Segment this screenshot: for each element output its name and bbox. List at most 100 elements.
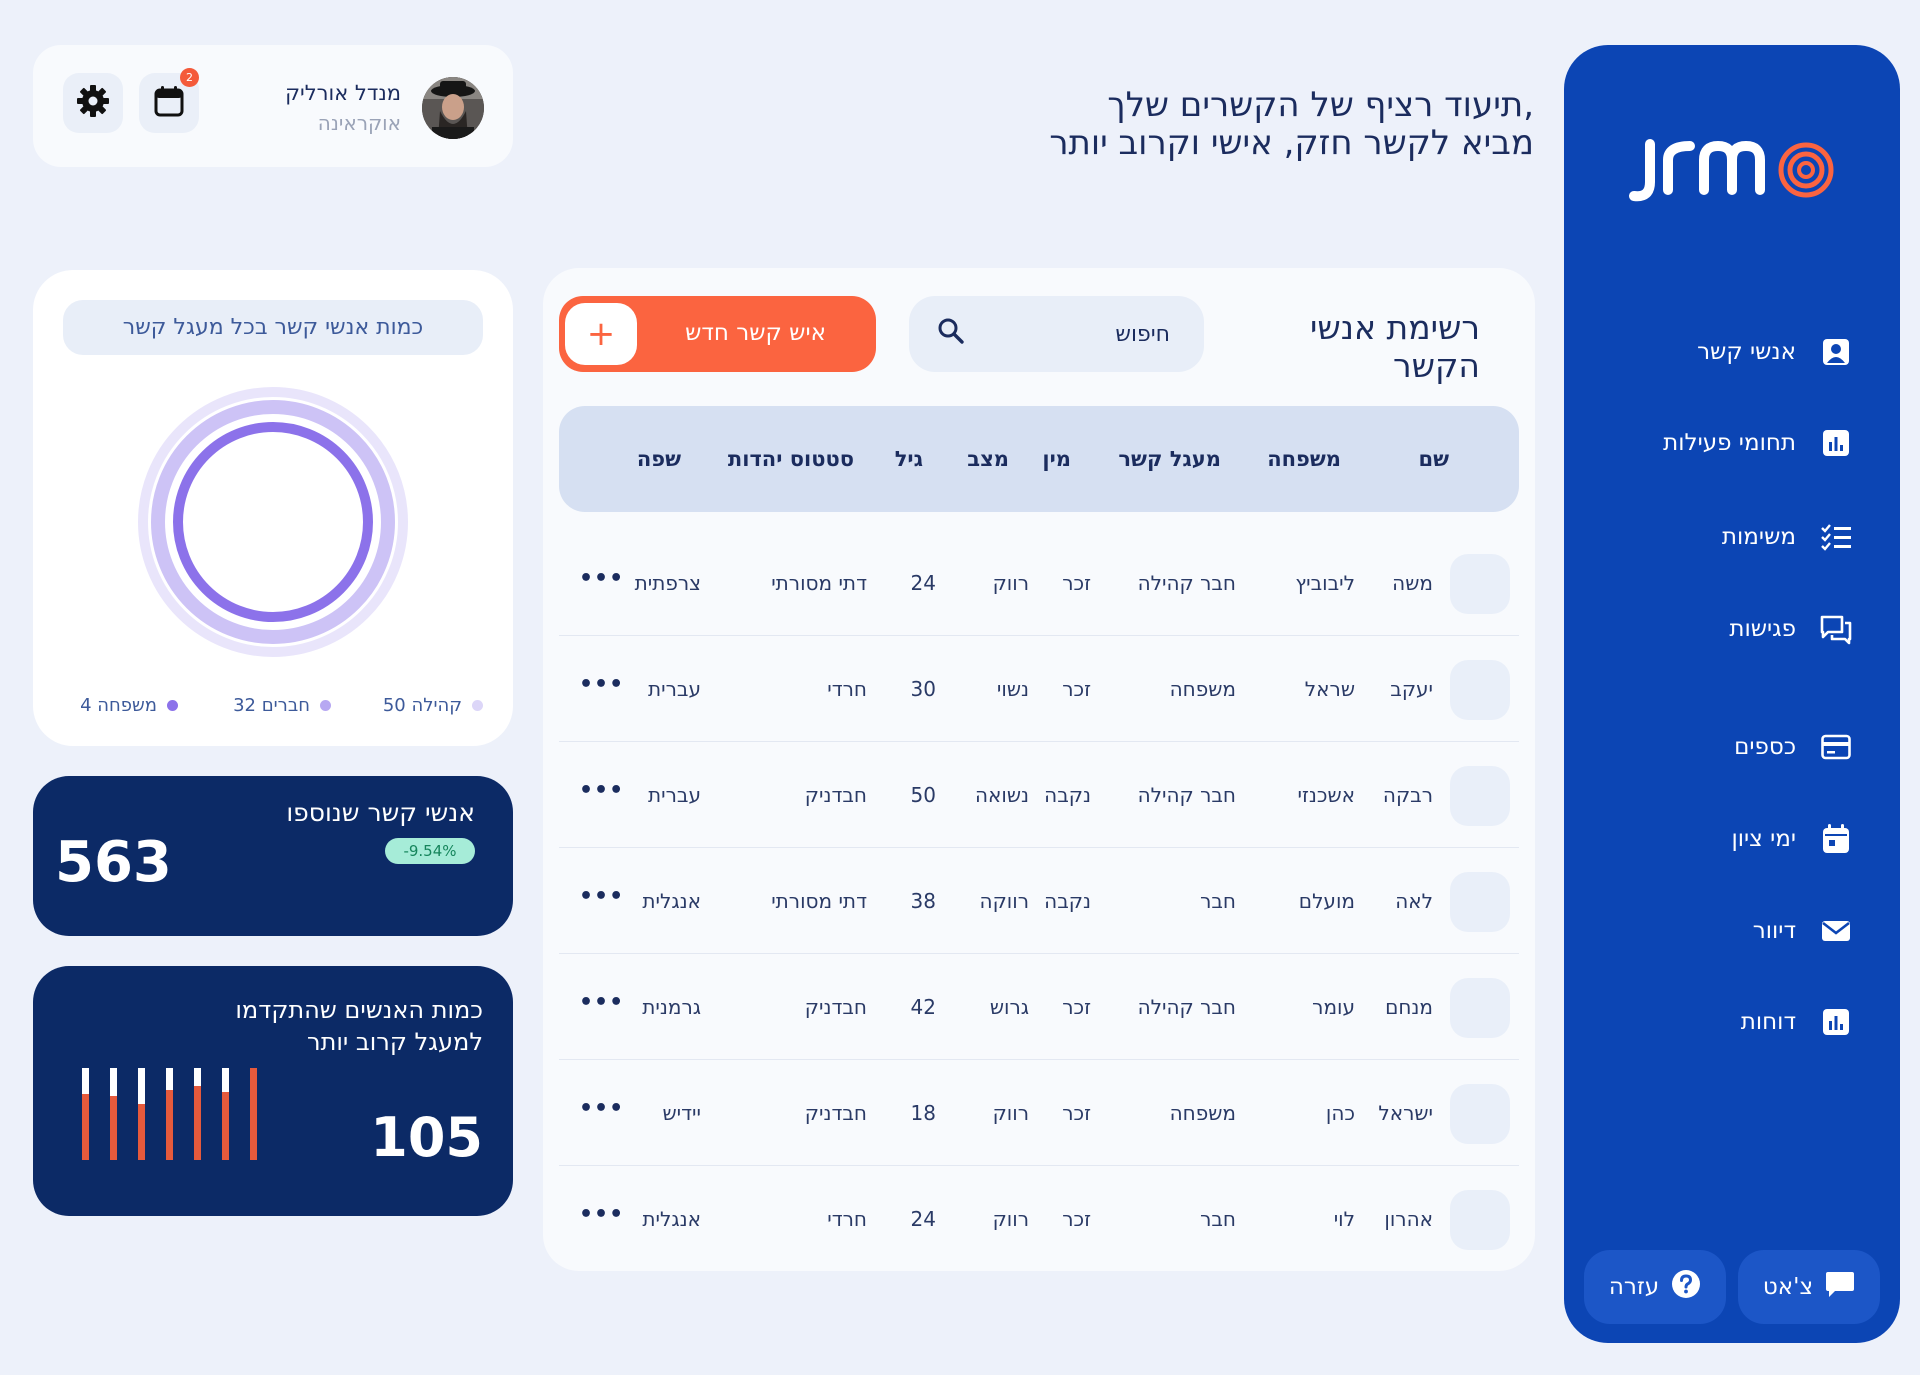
legend-label: 4 משפחה [80,695,157,716]
tagline: תיעוד רציף של הקשרים שלך, מביא לקשר חזק,… [974,86,1534,162]
more-options-button[interactable]: ••• [579,566,624,591]
circle-cell: חבר קהילה [1137,995,1236,1019]
last-name-cell: כהן [1325,1101,1355,1125]
more-options-button[interactable]: ••• [579,672,624,697]
column-header[interactable]: גיל [895,447,923,471]
last-name-cell: אשכנזי [1297,783,1355,807]
sidebar-item-label: דיוור [1752,918,1796,944]
bar-chart-icon [1820,1006,1852,1038]
age-cell: 30 [910,677,936,701]
change-badge: -9.54% [385,838,475,864]
row-avatar-placeholder[interactable] [1450,766,1510,826]
contacts-added-card: אנשי קשר שנוספו 563 -9.54% [33,776,513,936]
table-row[interactable]: ישראל כהן משפחה זכר רווק 18 חבדניק יידיש ••• [559,1060,1519,1166]
religious-status-cell: דתי מסורתי [771,889,867,913]
column-header[interactable]: שם [1418,447,1449,471]
row-avatar-placeholder[interactable] [1450,1190,1510,1250]
gender-cell: נקבה [1044,783,1091,807]
legend-community: 50 קהילה [383,695,483,716]
column-header[interactable]: סטטוס יהדות [728,447,854,471]
age-cell: 18 [910,1101,936,1125]
column-header[interactable]: משפחה [1267,447,1341,471]
sidebar-item-label: משימות [1721,524,1796,550]
search-input[interactable]: חיפוש [909,296,1204,372]
table-row[interactable]: לאה מועלם חבר נקבה רווקה 38 דתי מסורתי אנגלית ••… [559,848,1519,954]
progress-bar [194,1068,201,1160]
circle-cell: חבר [1200,889,1236,913]
sidebar-item-reports[interactable]: דוחות [1612,1000,1852,1044]
first-name-cell: ישראל [1378,1101,1433,1125]
calendar-icon [1820,823,1852,855]
contacts-panel: רשימת אנשי הקשר חיפוש + איש קשר חדש שם מ… [543,268,1535,1271]
sidebar-item-dates[interactable]: ימי ציון [1612,817,1852,861]
avatar[interactable] [422,77,484,139]
calendar-icon [154,85,184,121]
language-cell: עברית [648,783,701,807]
religious-status-cell: חבדניק [804,783,867,807]
more-options-button[interactable]: ••• [579,884,624,909]
status-cell: רווק [992,571,1029,595]
table-row[interactable]: יעקב שראל משפחה זכר נשוי 30 חרדי עברית ••• [559,636,1519,742]
table-row[interactable]: מנחם עומר חבר קהילה זכר גרוש 42 חבדניק גרמנית ••… [559,954,1519,1060]
language-cell: צרפתית [634,571,701,595]
language-cell: אנגלית [642,1207,701,1231]
checklist-icon [1820,521,1852,553]
advanced-card-value: 105 [370,1106,483,1169]
religious-status-cell: חבדניק [804,1101,867,1125]
chat-button[interactable]: צ'אט [1738,1250,1880,1324]
sidebar-item-mailing[interactable]: דיוור [1612,909,1852,953]
help-question-icon [1671,1269,1701,1305]
row-avatar-placeholder[interactable] [1450,978,1510,1038]
last-name-cell: שראל [1304,677,1355,701]
progress-bar [138,1068,145,1160]
column-header[interactable]: מעגל קשר [1118,447,1221,471]
column-header[interactable]: שפה [637,447,681,471]
row-avatar-placeholder[interactable] [1450,1084,1510,1144]
sidebar-item-finance[interactable]: כספים [1612,725,1852,769]
sidebar-item-label: פגישות [1729,616,1796,642]
row-avatar-placeholder[interactable] [1450,872,1510,932]
status-cell: נשואה [974,783,1029,807]
chat-label: צ'אט [1762,1274,1814,1300]
circles-card: כמות אנשי קשר בכל מעגל קשר 50 קהילה 32 ח… [33,270,513,746]
search-placeholder: חיפוש [1115,321,1170,347]
table-row[interactable]: רבקה אשכנזי חבר קהילה נקבה נשואה 50 חבדניק עברי… [559,742,1519,848]
circle-cell: משפחה [1169,677,1236,701]
row-avatar-placeholder[interactable] [1450,660,1510,720]
envelope-icon [1820,915,1852,947]
sidebar-item-label: ימי ציון [1731,826,1796,852]
gender-cell: זכר [1062,1207,1091,1231]
sidebar-item-activity[interactable]: תחומי פעילות [1612,421,1852,465]
new-contact-button[interactable]: + איש קשר חדש [559,296,876,372]
progress-bar [166,1068,173,1160]
religious-status-cell: חרדי [827,677,867,701]
more-options-button[interactable]: ••• [579,1096,624,1121]
progress-bar [222,1068,229,1160]
settings-button[interactable] [63,73,123,133]
more-options-button[interactable]: ••• [579,990,624,1015]
status-cell: רווק [992,1207,1029,1231]
help-button[interactable]: עזרה [1584,1250,1726,1324]
table-row[interactable]: משה ליבוביץ חבר קהילה זכר רווק 24 דתי מסורתי צר… [559,530,1519,636]
sidebar-item-tasks[interactable]: משימות [1612,515,1852,559]
table-row[interactable]: אהרון לוי חבר זכר רווק 24 חרדי אנגלית ••• [559,1166,1519,1272]
help-label: עזרה [1608,1274,1660,1300]
circle-cell: חבר קהילה [1137,783,1236,807]
sidebar-item-contacts[interactable]: אנשי קשר [1612,330,1852,374]
sidebar-item-label: כספים [1734,734,1796,760]
sidebar-item-meetings[interactable]: פגישות [1612,607,1852,651]
last-name-cell: עומר [1312,995,1355,1019]
age-cell: 42 [910,995,936,1019]
gear-icon [76,84,110,122]
column-header[interactable]: מצב [967,447,1009,471]
row-avatar-placeholder[interactable] [1450,554,1510,614]
column-header[interactable]: מין [1042,447,1071,471]
contacts-title: רשימת אנשי הקשר [1220,309,1480,385]
jrm-logo[interactable] [1624,130,1839,210]
added-card-value: 563 [55,830,172,895]
more-options-button[interactable]: ••• [579,778,624,803]
more-options-button[interactable]: ••• [579,1202,624,1227]
progress-bar [250,1068,257,1160]
language-cell: עברית [648,677,701,701]
sidebar: אנשי קשר תחומי פעילות משימות פגישות כספי… [1564,45,1900,1343]
